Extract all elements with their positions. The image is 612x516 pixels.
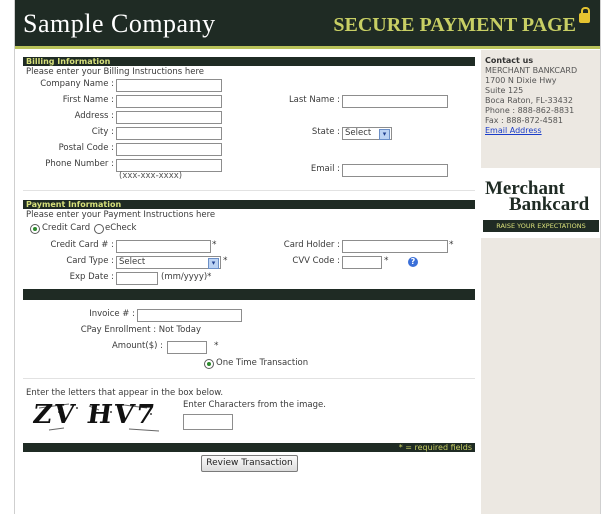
credit-card-label: Credit Card	[42, 223, 91, 233]
contact-line: Boca Raton, FL-33432	[485, 96, 573, 105]
exp-date-label: Exp Date :	[69, 272, 114, 282]
captcha-text: ZV HV7	[30, 400, 159, 430]
address-label: Address :	[74, 111, 114, 121]
help-icon[interactable]: ?	[408, 257, 418, 267]
company-name-label: Company Name :	[40, 79, 114, 89]
merchant-bankcard-logo: Merchant Bankcard RAISE YOUR EXPECTATION…	[481, 168, 600, 238]
invoice-section-bar	[23, 289, 475, 300]
one-time-transaction-radio[interactable]	[204, 359, 214, 369]
page-frame: Sample Company SECURE PAYMENT PAGE Billi…	[14, 0, 601, 514]
secure-payment-label: SECURE PAYMENT PAGE	[333, 14, 576, 36]
credit-card-radio[interactable]	[30, 224, 40, 234]
page-header: Sample Company SECURE PAYMENT PAGE	[15, 0, 600, 49]
payment-instructions: Please enter your Payment Instructions h…	[26, 210, 216, 220]
chevron-down-icon: ▾	[208, 258, 219, 269]
card-holder-label: Card Holder :	[283, 240, 340, 250]
echeck-label: eCheck	[105, 223, 137, 233]
state-select-value: Select	[345, 128, 372, 138]
captcha-prompt: Enter the letters that appear in the box…	[26, 388, 224, 398]
exp-date-input[interactable]	[116, 272, 158, 285]
billing-section-title: Billing Information	[23, 57, 475, 66]
city-input[interactable]	[116, 127, 222, 140]
chevron-down-icon: ▾	[379, 129, 390, 140]
email-address-link[interactable]: Email Address	[485, 126, 542, 135]
first-name-input[interactable]	[116, 95, 222, 108]
required-fields-note: * = required fields	[23, 443, 475, 452]
payment-section-title: Payment Information	[23, 200, 475, 209]
company-brand: Sample Company	[23, 9, 216, 38]
cvv-code-input[interactable]	[342, 256, 382, 269]
card-type-label: Card Type :	[66, 256, 114, 266]
card-type-value: Select	[119, 257, 146, 267]
contact-info: Contact us MERCHANT BANKCARD 1700 N Dixi…	[481, 50, 600, 136]
required-marker: *	[449, 240, 454, 250]
lock-icon	[579, 7, 590, 23]
card-holder-input[interactable]	[342, 240, 448, 253]
city-label: City :	[91, 127, 114, 137]
email-label: Email :	[310, 164, 340, 174]
captcha-input[interactable]	[183, 414, 233, 430]
phone-format-hint: (xxx-xxx-xxxx)	[119, 171, 183, 181]
invoice-input[interactable]	[137, 309, 242, 322]
required-marker: *	[223, 256, 228, 266]
invoice-label: Invoice # :	[89, 309, 135, 319]
postal-code-input[interactable]	[116, 143, 222, 156]
last-name-input[interactable]	[342, 95, 448, 108]
state-select[interactable]: Select ▾	[342, 127, 392, 140]
payment-form: Billing Information Please enter your Bi…	[23, 57, 475, 474]
captcha-instruction: Enter Characters from the image.	[183, 400, 326, 410]
contact-title: Contact us	[485, 56, 534, 65]
card-type-select[interactable]: Select ▾	[116, 256, 221, 269]
phone-number-label: Phone Number :	[45, 159, 114, 169]
echeck-radio[interactable]	[94, 224, 104, 234]
credit-card-number-input[interactable]	[116, 240, 211, 253]
secure-payment-title: SECURE PAYMENT PAGE	[333, 7, 590, 37]
last-name-label: Last Name :	[288, 95, 340, 105]
cpay-enrollment-text: CPay Enrollment : Not Today	[80, 325, 201, 335]
sidebar: Contact us MERCHANT BANKCARD 1700 N Dixi…	[481, 50, 600, 514]
billing-instructions: Please enter your Billing Instructions h…	[26, 67, 205, 77]
email-input[interactable]	[342, 164, 448, 177]
amount-label: Amount($) :	[111, 341, 163, 351]
address-input[interactable]	[116, 111, 222, 124]
required-marker: *	[214, 341, 219, 351]
one-time-transaction-label: One Time Transaction	[216, 358, 309, 368]
required-marker: *	[212, 240, 217, 250]
logo-line-2: Bankcard	[509, 194, 590, 215]
first-name-label: First Name :	[62, 95, 114, 105]
contact-line: MERCHANT BANKCARD	[485, 66, 578, 75]
amount-input[interactable]	[167, 341, 207, 354]
company-name-input[interactable]	[116, 79, 222, 92]
exp-date-hint: (mm/yyyy)*	[161, 272, 212, 282]
required-marker: *	[384, 256, 389, 266]
credit-card-number-label: Credit Card # :	[50, 240, 114, 250]
captcha-image: ZV HV7	[29, 400, 177, 434]
state-label: State :	[311, 127, 340, 137]
contact-line: Phone : 888-862-8831	[485, 106, 575, 115]
logo-tagline: RAISE YOUR EXPECTATIONS	[483, 220, 599, 232]
postal-code-label: Postal Code :	[58, 143, 114, 153]
contact-line: Suite 125	[485, 86, 524, 95]
contact-line: 1700 N Dixie Hwy	[485, 76, 557, 85]
contact-line: Fax : 888-872-4581	[485, 116, 563, 125]
review-transaction-button[interactable]: Review Transaction	[201, 455, 298, 472]
cvv-code-label: CVV Code :	[292, 256, 340, 266]
